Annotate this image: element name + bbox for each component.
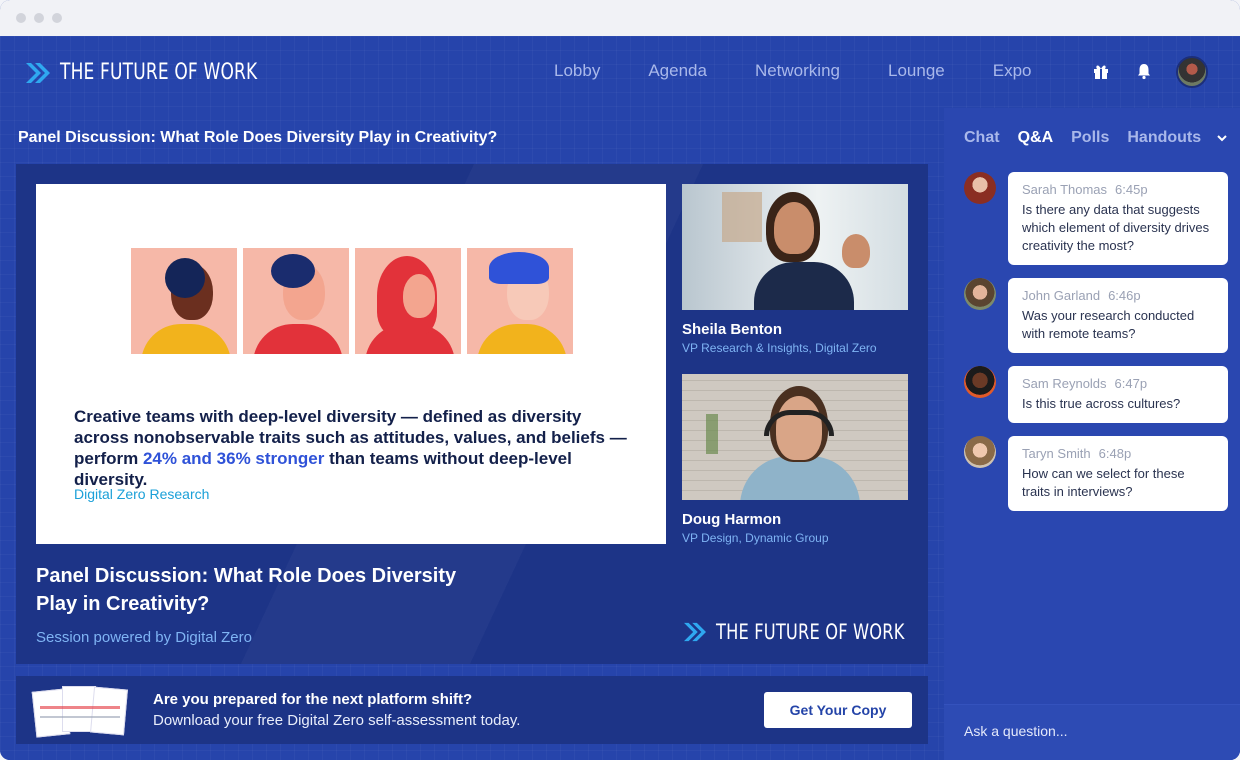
slide-quote: Creative teams with deep-level diversity… <box>74 406 634 490</box>
qa-text: Was your research conducted with remote … <box>1022 308 1195 341</box>
session-title: Panel Discussion: What Role Does Diversi… <box>18 129 498 146</box>
report-thumbnail <box>31 686 130 738</box>
stage-title: Panel Discussion: What Role Does Diversi… <box>36 565 457 615</box>
qa-author: Taryn Smith <box>1022 446 1091 461</box>
tab-polls[interactable]: Polls <box>1071 129 1109 147</box>
avatar[interactable] <box>964 436 996 468</box>
speaker-2-name: Doug Harmon <box>682 511 782 528</box>
qa-time: 6:45p <box>1115 182 1148 197</box>
slide-quote-highlight: 24% and 36% stronger <box>142 449 325 468</box>
qa-panel: Chat Q&A Polls Handouts Sarah Thomas 6:45… <box>944 108 1240 760</box>
qa-author: Sarah Thomas <box>1022 182 1108 197</box>
illustration-face-3 <box>355 248 461 354</box>
tab-handouts[interactable]: Handouts <box>1127 129 1201 147</box>
illustration-face-1 <box>131 248 237 354</box>
brand-logo-text: THE FUTURE OF WORK <box>60 60 258 85</box>
qa-message-bubble: Taryn Smith 6:48p How can we select for t… <box>1008 436 1228 511</box>
slide-illustration <box>131 248 573 354</box>
window-dot-maximize[interactable] <box>52 13 62 23</box>
speaker-video-1[interactable] <box>682 184 908 310</box>
event-app: THE FUTURE OF WORK Lobby Agenda Networki… <box>0 36 1240 760</box>
qa-message-bubble: Sam Reynolds 6:47p Is this true across cu… <box>1008 366 1228 423</box>
bell-icon[interactable] <box>1135 62 1153 80</box>
main-stage: Creative teams with deep-level diversity… <box>16 164 928 664</box>
qa-time: 6:47p <box>1114 376 1148 391</box>
window-titlebar <box>0 0 1240 36</box>
speaker-video-2[interactable] <box>682 374 908 500</box>
stage-logo-text: THE FUTURE OF WORK <box>716 620 905 644</box>
qa-message-bubble: John Garland 6:46p Was your research cond… <box>1008 278 1228 353</box>
nav-expo[interactable]: Expo <box>993 61 1032 81</box>
qa-message-bubble: Sarah Thomas 6:45p Is there any data that… <box>1008 172 1228 265</box>
qa-time: 6:46p <box>1108 288 1141 303</box>
session-powered-by: Session powered by Digital Zero <box>36 629 252 646</box>
avatar[interactable] <box>964 172 996 204</box>
qa-message-meta: Sarah Thomas 6:45p <box>1022 182 1214 197</box>
user-avatar[interactable] <box>1176 56 1208 88</box>
nav-lobby[interactable]: Lobby <box>554 61 600 81</box>
main-nav: Lobby Agenda Networking Lounge Expo <box>554 61 1031 81</box>
qa-text: Is there any data that suggests which el… <box>1022 202 1210 253</box>
get-your-copy-button[interactable]: Get Your Copy <box>764 692 912 728</box>
illustration-face-2 <box>243 248 349 354</box>
nav-networking[interactable]: Networking <box>755 61 840 81</box>
qa-text: Is this true across cultures? <box>1022 396 1181 411</box>
gift-icon[interactable] <box>1092 62 1110 80</box>
stage-logo: THE FUTURE OF WORK <box>682 620 928 644</box>
tab-qa[interactable]: Q&A <box>1018 129 1054 147</box>
promo-title: Are you prepared for the next platform s… <box>153 691 473 708</box>
presentation-slide: Creative teams with deep-level diversity… <box>36 184 666 544</box>
app-window: THE FUTURE OF WORK Lobby Agenda Networki… <box>0 0 1240 760</box>
panel-tabs: Chat Q&A Polls Handouts <box>964 129 1201 147</box>
double-chevron-icon <box>26 62 50 83</box>
slide-source: Digital Zero Research <box>74 486 210 502</box>
qa-author: John Garland <box>1022 288 1101 303</box>
ask-question-input[interactable] <box>964 723 1224 739</box>
promo-banner: Are you prepared for the next platform s… <box>16 676 928 744</box>
illustration-face-4 <box>467 248 573 354</box>
nav-agenda[interactable]: Agenda <box>648 61 707 81</box>
speaker-1-role: VP Research & Insights, Digital Zero <box>682 341 877 355</box>
promo-subtitle: Download your free Digital Zero self-ass… <box>153 712 521 729</box>
qa-text: How can we select for these traits in in… <box>1022 466 1185 499</box>
double-chevron-icon <box>684 622 706 642</box>
avatar[interactable] <box>964 278 996 310</box>
window-dot-close[interactable] <box>16 13 26 23</box>
tab-chat[interactable]: Chat <box>964 129 1000 147</box>
qa-author: Sam Reynolds <box>1022 376 1107 391</box>
speaker-1-name: Sheila Benton <box>682 321 783 338</box>
qa-message-meta: Sam Reynolds 6:47p <box>1022 376 1214 391</box>
qa-time: 6:48p <box>1098 446 1132 461</box>
qa-message-meta: Taryn Smith 6:48p <box>1022 446 1214 461</box>
speaker-2-role: VP Design, Dynamic Group <box>682 531 829 545</box>
chevron-down-icon[interactable] <box>1216 132 1228 144</box>
top-header: THE FUTURE OF WORK Lobby Agenda Networki… <box>0 36 1240 108</box>
ask-question-bar <box>944 704 1240 760</box>
qa-message-meta: John Garland 6:46p <box>1022 288 1214 303</box>
nav-lounge[interactable]: Lounge <box>888 61 945 81</box>
avatar[interactable] <box>964 366 996 398</box>
window-dot-minimize[interactable] <box>34 13 44 23</box>
brand-logo[interactable]: THE FUTURE OF WORK <box>24 60 289 85</box>
